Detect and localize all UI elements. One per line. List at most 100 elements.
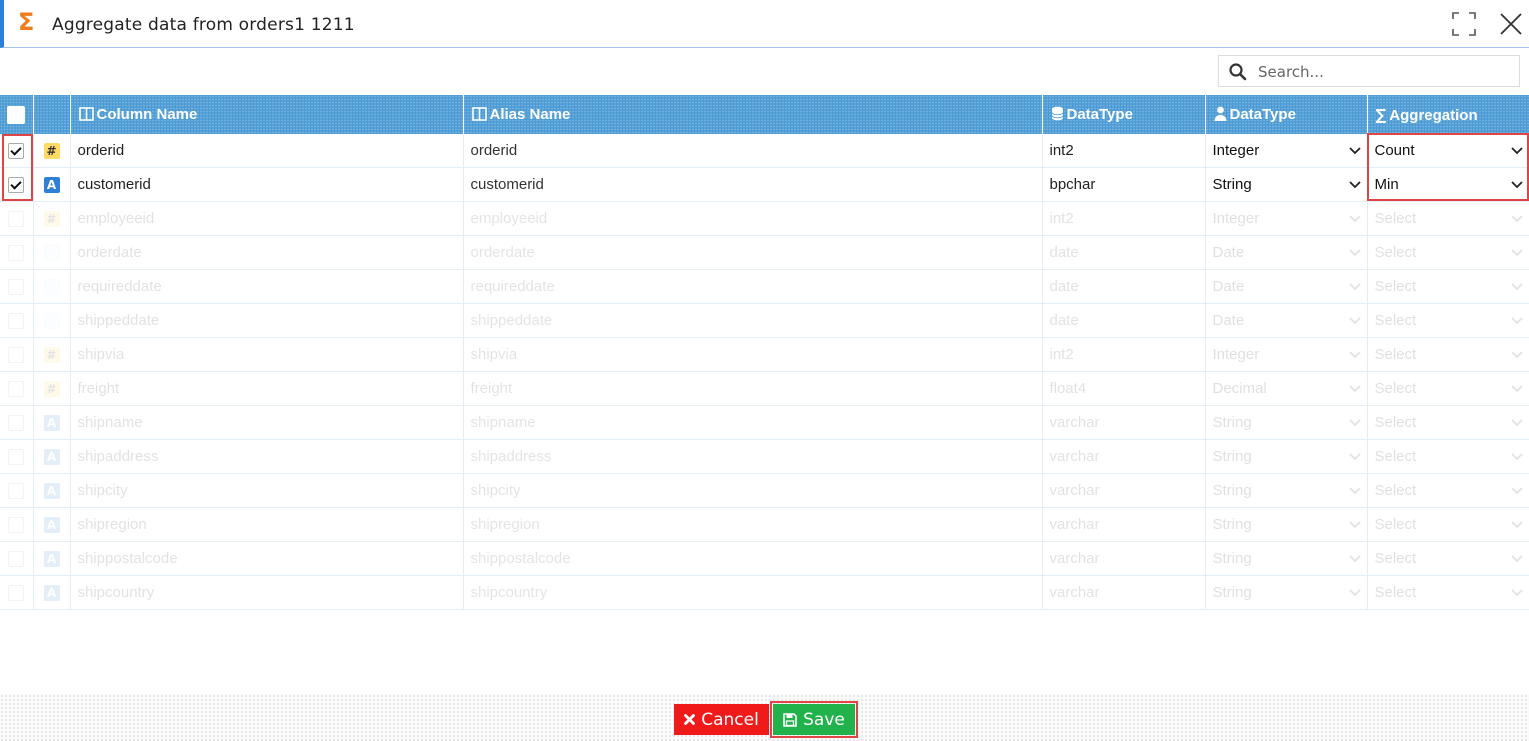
select-all-checkbox[interactable] bbox=[7, 105, 26, 124]
target-datatype-select[interactable]: Date bbox=[1205, 269, 1368, 304]
maximize-icon[interactable] bbox=[1452, 12, 1476, 36]
target-datatype-select[interactable]: String bbox=[1205, 167, 1368, 202]
alias-name-cell[interactable]: customerid bbox=[463, 167, 1043, 202]
source-datatype-cell: varchar bbox=[1042, 507, 1206, 542]
target-datatype-header[interactable]: DataType bbox=[1205, 95, 1368, 134]
target-datatype-value: Date bbox=[1212, 244, 1245, 261]
type-icon-cell: A bbox=[33, 405, 71, 440]
alias-name-cell[interactable]: shipcountry bbox=[463, 575, 1043, 610]
aggregation-select[interactable]: Select bbox=[1367, 439, 1529, 474]
row-checkbox[interactable] bbox=[8, 347, 25, 364]
aggregation-select[interactable]: Select bbox=[1367, 473, 1529, 508]
target-datatype-select[interactable]: String bbox=[1205, 439, 1368, 474]
target-datatype-value: Date bbox=[1212, 278, 1245, 295]
aggregation-select[interactable]: Select bbox=[1367, 405, 1529, 440]
columns-icon bbox=[471, 107, 487, 121]
row-checkbox[interactable] bbox=[8, 279, 25, 296]
aggregation-select[interactable]: Min bbox=[1367, 167, 1529, 202]
alias-name-header[interactable]: Alias Name bbox=[463, 95, 1043, 134]
search-box[interactable] bbox=[1218, 55, 1520, 87]
alias-name-cell[interactable]: shippeddate bbox=[463, 303, 1043, 338]
aggregation-select[interactable]: Select bbox=[1367, 507, 1529, 542]
target-datatype-value: String bbox=[1212, 550, 1252, 567]
row-checkbox[interactable] bbox=[8, 483, 25, 500]
chevron-down-icon bbox=[1510, 554, 1523, 562]
chevron-down-icon bbox=[1510, 452, 1523, 460]
source-datatype-cell: date bbox=[1042, 303, 1206, 338]
chevron-down-icon bbox=[1510, 248, 1523, 256]
row-checkbox[interactable] bbox=[8, 143, 25, 160]
string-type-icon: A bbox=[43, 551, 60, 568]
alias-name-cell[interactable]: freight bbox=[463, 371, 1043, 406]
chevron-down-icon bbox=[1348, 214, 1361, 222]
alias-name-cell[interactable]: shipvia bbox=[463, 337, 1043, 372]
aggregation-select[interactable]: Select bbox=[1367, 575, 1529, 610]
aggregation-select[interactable]: Select bbox=[1367, 235, 1529, 270]
target-datatype-select[interactable]: String bbox=[1205, 473, 1368, 508]
target-datatype-select[interactable]: Integer bbox=[1205, 337, 1368, 372]
chevron-down-icon bbox=[1348, 180, 1361, 188]
alias-name-cell[interactable]: shipname bbox=[463, 405, 1043, 440]
close-icon[interactable] bbox=[1499, 12, 1523, 36]
aggregation-value: Select bbox=[1374, 312, 1417, 329]
aggregation-select[interactable]: Select bbox=[1367, 337, 1529, 372]
chevron-down-icon bbox=[1510, 180, 1523, 188]
row-checkbox[interactable] bbox=[8, 449, 25, 466]
row-checkbox[interactable] bbox=[8, 211, 25, 228]
grid-header-row: Column Name Alias Name DataType DataType… bbox=[0, 95, 1529, 134]
chevron-down-icon bbox=[1348, 282, 1361, 290]
row-checkbox[interactable] bbox=[8, 313, 25, 330]
alias-name-cell[interactable]: requireddate bbox=[463, 269, 1043, 304]
target-datatype-select[interactable]: Integer bbox=[1205, 201, 1368, 236]
row-checkbox[interactable] bbox=[8, 585, 25, 602]
row-select-cell bbox=[0, 167, 34, 202]
target-datatype-select[interactable]: Integer bbox=[1205, 134, 1368, 168]
row-checkbox[interactable] bbox=[8, 245, 25, 262]
alias-name-cell[interactable]: shipaddress bbox=[463, 439, 1043, 474]
type-icon-cell bbox=[33, 269, 71, 304]
target-datatype-select[interactable]: String bbox=[1205, 507, 1368, 542]
search-input[interactable] bbox=[1256, 60, 1510, 84]
source-datatype-cell: int2 bbox=[1042, 134, 1206, 168]
row-checkbox[interactable] bbox=[8, 381, 25, 398]
target-datatype-value: Decimal bbox=[1212, 380, 1267, 397]
string-type-icon: A bbox=[43, 415, 60, 432]
row-checkbox[interactable] bbox=[8, 517, 25, 534]
source-datatype-cell: varchar bbox=[1042, 405, 1206, 440]
string-type-icon: A bbox=[43, 517, 60, 534]
aggregation-select[interactable]: Select bbox=[1367, 303, 1529, 338]
save-button[interactable]: Save bbox=[770, 701, 858, 738]
sigma-icon: ∑ bbox=[1375, 105, 1387, 124]
alias-name-cell[interactable]: orderdate bbox=[463, 235, 1043, 270]
aggregation-select[interactable]: Select bbox=[1367, 201, 1529, 236]
target-datatype-select[interactable]: Date bbox=[1205, 235, 1368, 270]
source-datatype-cell: float4 bbox=[1042, 371, 1206, 406]
target-datatype-select[interactable]: String bbox=[1205, 405, 1368, 440]
target-datatype-select[interactable]: String bbox=[1205, 541, 1368, 576]
cancel-button[interactable]: Cancel bbox=[674, 704, 769, 735]
alias-name-cell[interactable]: shipregion bbox=[463, 507, 1043, 542]
target-datatype-select[interactable]: Date bbox=[1205, 303, 1368, 338]
alias-name-cell[interactable]: shipcity bbox=[463, 473, 1043, 508]
source-datatype-header[interactable]: DataType bbox=[1042, 95, 1206, 134]
target-datatype-select[interactable]: Decimal bbox=[1205, 371, 1368, 406]
dialog-title-bar: Σ Aggregate data from orders1 1211 bbox=[0, 0, 1529, 48]
aggregation-select[interactable]: Select bbox=[1367, 371, 1529, 406]
alias-name-cell[interactable]: shippostalcode bbox=[463, 541, 1043, 576]
aggregation-value: Select bbox=[1374, 278, 1417, 295]
row-checkbox[interactable] bbox=[8, 551, 25, 568]
row-checkbox[interactable] bbox=[8, 177, 25, 194]
target-datatype-select[interactable]: String bbox=[1205, 575, 1368, 610]
row-checkbox[interactable] bbox=[8, 415, 25, 432]
aggregation-select[interactable]: Count bbox=[1367, 134, 1529, 168]
alias-name-cell[interactable]: orderid bbox=[463, 134, 1043, 168]
column-name-header[interactable]: Column Name bbox=[70, 95, 464, 134]
column-name-cell: shippostalcode bbox=[70, 541, 464, 576]
aggregation-header[interactable]: ∑ Aggregation bbox=[1367, 95, 1529, 134]
source-datatype-cell: int2 bbox=[1042, 337, 1206, 372]
aggregation-value: Select bbox=[1374, 380, 1417, 397]
alias-name-cell[interactable]: employeeid bbox=[463, 201, 1043, 236]
aggregation-select[interactable]: Select bbox=[1367, 269, 1529, 304]
aggregation-select[interactable]: Select bbox=[1367, 541, 1529, 576]
dialog-title: Aggregate data from orders1 1211 bbox=[52, 15, 355, 35]
